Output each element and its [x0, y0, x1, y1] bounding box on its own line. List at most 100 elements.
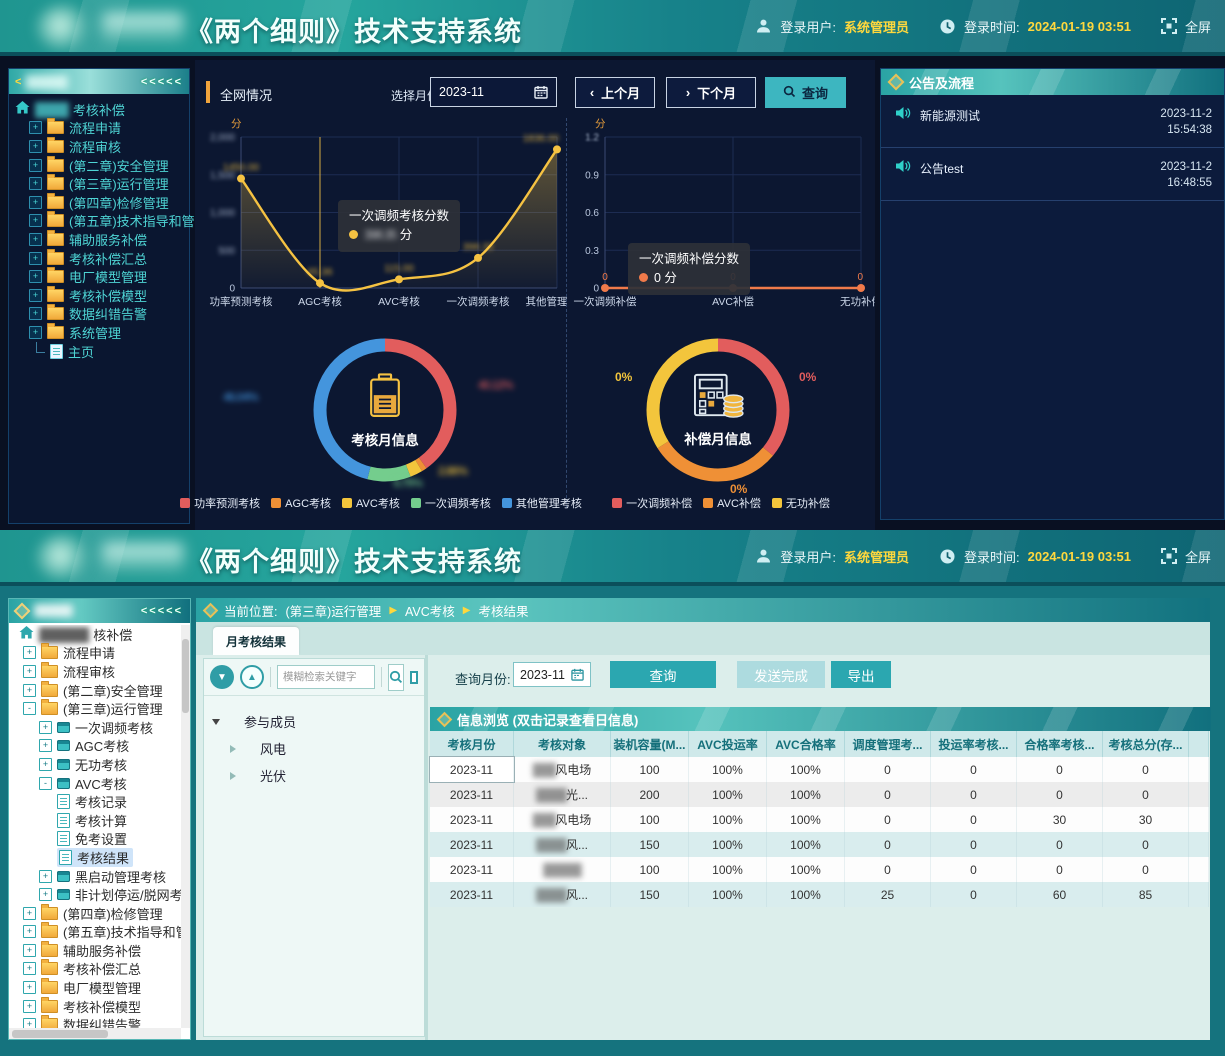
cell-target[interactable]: ███风电场	[514, 757, 611, 782]
nav-item[interactable]: -AVC考核	[9, 774, 181, 793]
triangle-right-icon[interactable]	[230, 745, 236, 753]
triangle-right-icon[interactable]	[230, 772, 236, 780]
member-tree-item[interactable]: 光伏	[212, 762, 416, 789]
next-month-button[interactable]: ›下个月	[666, 77, 756, 108]
expand-all-button[interactable]: ▼	[210, 665, 234, 689]
nav-item-root[interactable]: ██████核补偿	[9, 625, 181, 644]
cell-month[interactable]: 2023-11	[430, 882, 514, 907]
breadcrumb-part[interactable]: 考核结果	[479, 601, 529, 620]
table-row[interactable]: 2023-11███风电场100100%100%0000	[430, 757, 1209, 782]
expander-plus-icon[interactable]: +	[23, 925, 36, 938]
search-input[interactable]	[277, 665, 375, 689]
legend-item[interactable]: 功率预测考核	[180, 495, 260, 511]
collapse-all-button[interactable]: ▲	[240, 665, 264, 689]
nav-item[interactable]: +流程申请	[9, 644, 181, 663]
expander-plus-icon[interactable]: +	[29, 140, 42, 153]
legend-item[interactable]: 一次调频补偿	[612, 495, 692, 511]
horizontal-scrollbar[interactable]	[9, 1028, 181, 1039]
fullscreen-icon[interactable]	[1161, 548, 1177, 564]
expander-plus-icon[interactable]: +	[39, 870, 52, 883]
expander-plus-icon[interactable]: +	[29, 307, 42, 320]
sidebar-item[interactable]: +(第三章)运行管理	[15, 174, 189, 193]
cell-target[interactable]: ███风电场	[514, 807, 611, 832]
nav-item[interactable]: +无功考核	[9, 755, 181, 774]
expander-plus-icon[interactable]: +	[39, 739, 52, 752]
calendar-icon[interactable]	[534, 85, 548, 99]
expander-plus-icon[interactable]: +	[29, 177, 42, 190]
expander-plus-icon[interactable]: +	[29, 252, 42, 265]
column-header[interactable]: 考核总分(存...	[1103, 731, 1189, 757]
calendar-icon[interactable]	[571, 668, 584, 681]
member-tree-root[interactable]: 参与成员	[212, 708, 416, 735]
nav-item[interactable]: -(第三章)运行管理	[9, 699, 181, 718]
month-select-input[interactable]: 2023-11	[430, 77, 557, 107]
nav-item[interactable]: +考核补偿汇总	[9, 960, 181, 979]
expander-plus-icon[interactable]: +	[23, 944, 36, 957]
expander-plus-icon[interactable]: +	[29, 289, 42, 302]
expander-plus-icon[interactable]: +	[23, 981, 36, 994]
nav-item[interactable]: +考核补偿模型	[9, 997, 181, 1016]
table-row[interactable]: 2023-11████风...150100%100%2506085	[430, 882, 1209, 907]
legend-item[interactable]: AGC考核	[271, 495, 331, 511]
sidebar-item[interactable]: +(第五章)技术指导和管理	[15, 212, 189, 231]
legend-item[interactable]: 无功补偿	[772, 495, 830, 511]
column-header[interactable]: 调度管理考...	[845, 731, 931, 757]
member-tree-item[interactable]: 风电	[212, 735, 416, 762]
column-header[interactable]: AVC合格率	[767, 731, 845, 757]
nav-item[interactable]: +电厂模型管理	[9, 978, 181, 997]
query-button[interactable]: 查询	[610, 661, 716, 688]
expander-plus-icon[interactable]: +	[23, 1018, 36, 1028]
nav-item[interactable]: +辅助服务补偿	[9, 941, 181, 960]
sidebar-header[interactable]: █████ <<<<<	[9, 599, 190, 623]
column-header[interactable]: 投运率考核...	[931, 731, 1017, 757]
cell-month[interactable]: 2023-11	[430, 782, 514, 807]
nav-item[interactable]: +AGC考核	[9, 737, 181, 756]
sidebar-item-root[interactable]: ████考核补偿	[15, 100, 189, 119]
expander-plus-icon[interactable]: +	[29, 233, 42, 246]
prev-month-button[interactable]: ‹上个月	[575, 77, 655, 108]
column-header[interactable]: 考核月份	[430, 731, 514, 757]
expander-plus-icon[interactable]: +	[39, 758, 52, 771]
collapse-arrow-icon[interactable]: <	[15, 76, 21, 88]
fullscreen-icon[interactable]	[1161, 18, 1177, 34]
nav-item[interactable]: +(第五章)技术指导和管理	[9, 923, 181, 942]
expander-plus-icon[interactable]: +	[29, 121, 42, 134]
nav-item[interactable]: 考核记录	[9, 792, 181, 811]
tab-month-result[interactable]: 月考核结果	[213, 627, 299, 655]
sidebar-item[interactable]: +系统管理	[15, 323, 189, 342]
sidebar-item[interactable]: +(第二章)安全管理	[15, 156, 189, 175]
sidebar-item[interactable]: +考核补偿模型	[15, 286, 189, 305]
column-header[interactable]: AVC投运率	[689, 731, 767, 757]
expander-plus-icon[interactable]: +	[39, 888, 52, 901]
fullscreen-label[interactable]: 全屏	[1185, 17, 1211, 36]
expander-plus-icon[interactable]: +	[29, 326, 42, 339]
nav-item[interactable]: +非计划停运/脱网考核	[9, 885, 181, 904]
nav-item[interactable]: 考核结果	[9, 848, 181, 867]
nav-item[interactable]: +(第四章)检修管理	[9, 904, 181, 923]
select-checkbox[interactable]	[410, 671, 418, 684]
nav-item[interactable]: +(第二章)安全管理	[9, 681, 181, 700]
search-button[interactable]	[388, 664, 404, 691]
expander-plus-icon[interactable]: +	[23, 962, 36, 975]
cell-target[interactable]: ████光...	[514, 782, 611, 807]
table-row[interactable]: 2023-11████光...200100%100%0000	[430, 782, 1209, 807]
legend-item[interactable]: AVC补偿	[703, 495, 761, 511]
legend-item[interactable]: 一次调频考核	[411, 495, 491, 511]
sidebar-item[interactable]: +流程审核	[15, 137, 189, 156]
column-header[interactable]: 装机容量(M...	[611, 731, 689, 757]
expander-plus-icon[interactable]: +	[39, 721, 52, 734]
panel-splitter[interactable]	[425, 655, 428, 1040]
nav-item[interactable]: 免考设置	[9, 830, 181, 849]
nav-item[interactable]: +流程审核	[9, 662, 181, 681]
expander-plus-icon[interactable]: +	[23, 1000, 36, 1013]
export-button[interactable]: 导出	[831, 661, 891, 688]
sidebar-item[interactable]: +(第四章)检修管理	[15, 193, 189, 212]
nav-item[interactable]: +数据纠错告警	[9, 1015, 181, 1028]
sidebar-item[interactable]: +考核补偿汇总	[15, 249, 189, 268]
table-row[interactable]: 2023-11█████100100%100%0000	[430, 857, 1209, 882]
table-row[interactable]: 2023-11███风电场100100%100%003030	[430, 807, 1209, 832]
collapse-chevrons-icon[interactable]: <<<<<	[141, 605, 183, 617]
legend-item[interactable]: AVC考核	[342, 495, 400, 511]
table-row[interactable]: 2023-11████风...150100%100%0000	[430, 832, 1209, 857]
nav-item-selected[interactable]: 考核结果	[57, 848, 133, 867]
